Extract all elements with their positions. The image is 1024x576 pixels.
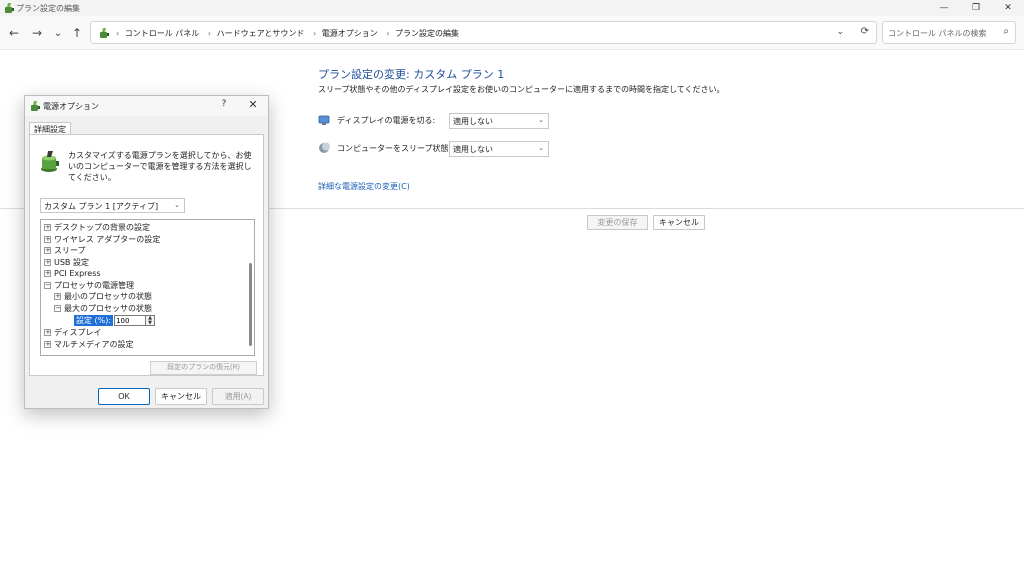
help-button[interactable]: ? bbox=[216, 99, 232, 113]
settings-tree[interactable]: + デスクトップの背景の設定 + ワイヤレス アダプターの設定 + スリープ +… bbox=[40, 219, 255, 356]
spin-down-icon[interactable]: ▼ bbox=[146, 321, 154, 326]
advanced-settings-panel: カスタマイズする電源プランを選択してから、お使いのコンピューターで電源を管理する… bbox=[29, 134, 264, 376]
expand-icon[interactable]: + bbox=[44, 270, 51, 277]
restore-button[interactable]: ❐ bbox=[960, 0, 992, 16]
tree-item-label: 最小のプロセッサの状態 bbox=[64, 292, 152, 301]
expand-icon[interactable]: + bbox=[44, 329, 51, 336]
breadcrumb: › コントロール パネル › ハードウェアとサウンド › 電源オプション › プ… bbox=[113, 28, 462, 39]
processor-max-setting: 設定 (%): ▲ ▼ bbox=[74, 315, 156, 326]
forward-button[interactable]: → bbox=[29, 25, 45, 41]
search-input[interactable] bbox=[888, 26, 996, 40]
navigation-bar: ← → ⌄ ↑ › コントロール パネル › ハードウェアとサウンド › 電源オ… bbox=[0, 16, 1024, 50]
tree-item[interactable]: − プロセッサの電源管理 bbox=[44, 280, 134, 291]
dialog-title: 電源オプション bbox=[43, 102, 99, 111]
window-title: プラン設定の編集 bbox=[16, 4, 80, 13]
tree-item[interactable]: + スリープ bbox=[44, 245, 86, 256]
power-options-icon bbox=[100, 28, 109, 38]
refresh-icon[interactable]: ⟳ bbox=[861, 26, 869, 37]
breadcrumb-hardware-sound[interactable]: ハードウェアとサウンド bbox=[217, 29, 305, 38]
tree-item[interactable]: + PCI Express bbox=[44, 268, 101, 279]
scrollbar-thumb[interactable] bbox=[249, 263, 252, 346]
tree-item-label: ディスプレイ bbox=[54, 328, 102, 337]
expand-icon[interactable]: + bbox=[54, 293, 61, 300]
tree-item[interactable]: + ワイヤレス アダプターの設定 bbox=[44, 234, 160, 245]
tree-scrollbar[interactable] bbox=[248, 222, 253, 353]
breadcrumb-control-panel[interactable]: コントロール パネル bbox=[125, 29, 200, 38]
breadcrumb-separator: › bbox=[386, 29, 390, 38]
chevron-down-icon: ⌄ bbox=[174, 201, 180, 209]
save-changes-button[interactable]: 変更の保存 bbox=[587, 215, 648, 230]
tree-item-label: スリープ bbox=[54, 246, 86, 255]
expand-icon[interactable]: + bbox=[44, 258, 51, 266]
collapse-icon[interactable]: − bbox=[44, 281, 51, 289]
chevron-down-icon: ⌄ bbox=[538, 144, 544, 152]
tree-item-label: デスクトップの背景の設定 bbox=[54, 223, 150, 232]
dialog-close-button[interactable]: ✕ bbox=[245, 98, 261, 114]
window-titlebar: プラン設定の編集 — ❐ ✕ bbox=[0, 0, 1024, 16]
battery-plug-icon bbox=[41, 151, 59, 172]
tree-item[interactable]: − 最大のプロセッサの状態 bbox=[54, 303, 152, 314]
breadcrumb-separator: › bbox=[207, 29, 212, 38]
cancel-button[interactable]: キャンセル bbox=[653, 215, 705, 230]
tree-item[interactable]: + ディスプレイ bbox=[44, 327, 101, 338]
power-options-icon bbox=[5, 3, 14, 13]
search-box[interactable]: ⌕ bbox=[882, 21, 1016, 44]
restore-defaults-button[interactable]: 既定のプランの復元(R) bbox=[150, 361, 257, 375]
sleep-select[interactable]: 適用しない ⌄ bbox=[449, 141, 549, 157]
tree-item-label: マルチメディアの設定 bbox=[54, 339, 134, 349]
power-options-icon bbox=[31, 101, 40, 111]
plan-select-value: カスタム プラン 1 [アクティブ] bbox=[44, 202, 159, 211]
setting-value-input[interactable] bbox=[114, 315, 147, 326]
power-options-dialog: 電源オプション ? ✕ 詳細設定 カスタマイズする電源プランを選択してから、お使… bbox=[24, 95, 269, 409]
tree-item[interactable]: + マルチメディアの設定 bbox=[44, 339, 133, 350]
expand-icon[interactable]: + bbox=[44, 224, 51, 231]
dialog-titlebar: 電源オプション ? ✕ bbox=[25, 96, 268, 116]
tree-item-label: 最大のプロセッサの状態 bbox=[64, 303, 152, 313]
expand-icon[interactable]: + bbox=[44, 247, 51, 254]
monitor-icon bbox=[318, 115, 330, 125]
advanced-settings-link[interactable]: 詳細な電源設定の変更(C) bbox=[318, 181, 410, 192]
breadcrumb-edit-plan[interactable]: プラン設定の編集 bbox=[395, 29, 459, 38]
page-title: プラン設定の変更: カスタム プラン 1 bbox=[318, 68, 505, 81]
dialog-instructions: カスタマイズする電源プランを選択してから、お使いのコンピューターで電源を管理する… bbox=[68, 151, 252, 182]
back-button[interactable]: ← bbox=[6, 25, 22, 41]
setting-spinner[interactable]: ▲ ▼ bbox=[146, 315, 156, 326]
tree-item[interactable]: + USB 設定 bbox=[44, 257, 89, 268]
chevron-down-icon: ⌄ bbox=[538, 116, 544, 124]
recent-locations-button[interactable]: ⌄ bbox=[50, 25, 66, 41]
expand-icon[interactable]: + bbox=[44, 235, 51, 243]
minimize-button[interactable]: — bbox=[928, 0, 960, 16]
chevron-down-icon[interactable]: ⌄ bbox=[836, 27, 844, 37]
breadcrumb-power-options[interactable]: 電源オプション bbox=[322, 29, 378, 38]
tree-item-label: PCI Express bbox=[54, 269, 101, 278]
display-off-label: ディスプレイの電源を切る: bbox=[337, 116, 436, 125]
tree-item-label: ワイヤレス アダプターの設定 bbox=[54, 234, 161, 244]
sleep-value: 適用しない bbox=[453, 145, 493, 154]
sleep-row: コンピューターをスリープ状態にする: 適用しない ⌄ bbox=[318, 141, 558, 157]
tree-item-label: USB 設定 bbox=[54, 257, 89, 267]
tree-item[interactable]: + デスクトップの背景の設定 bbox=[44, 222, 150, 233]
plan-select[interactable]: カスタム プラン 1 [アクティブ] ⌄ bbox=[40, 198, 185, 213]
tree-item[interactable]: + 最小のプロセッサの状態 bbox=[54, 291, 152, 302]
close-button[interactable]: ✕ bbox=[992, 0, 1024, 16]
address-box[interactable]: › コントロール パネル › ハードウェアとサウンド › 電源オプション › プ… bbox=[90, 21, 877, 44]
page-description: スリープ状態やその他のディスプレイ設定をお使いのコンピューターに適用するまでの時… bbox=[318, 85, 725, 94]
setting-label: 設定 (%): bbox=[74, 315, 114, 326]
expand-icon[interactable]: + bbox=[44, 340, 51, 348]
collapse-icon[interactable]: − bbox=[54, 304, 61, 312]
dialog-cancel-button[interactable]: キャンセル bbox=[155, 388, 207, 405]
tree-item-label: プロセッサの電源管理 bbox=[54, 280, 134, 290]
display-off-row: ディスプレイの電源を切る: 適用しない ⌄ bbox=[318, 113, 558, 129]
moon-icon bbox=[319, 142, 330, 153]
apply-button[interactable]: 適用(A) bbox=[212, 388, 264, 405]
breadcrumb-separator: › bbox=[116, 29, 120, 38]
display-off-value: 適用しない bbox=[453, 117, 493, 126]
search-icon[interactable]: ⌕ bbox=[1003, 26, 1009, 37]
up-button[interactable]: ↑ bbox=[69, 25, 85, 41]
display-off-select[interactable]: 適用しない ⌄ bbox=[449, 113, 549, 129]
ok-button[interactable]: OK bbox=[98, 388, 150, 405]
breadcrumb-separator: › bbox=[312, 29, 317, 38]
